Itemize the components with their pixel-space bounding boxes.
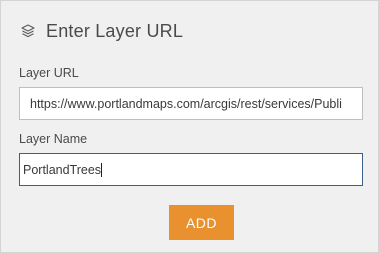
layer-name-value: PortlandTrees <box>23 162 102 177</box>
add-button[interactable]: ADD <box>169 205 234 240</box>
layers-icon <box>19 22 37 40</box>
panel-title: Enter Layer URL <box>46 20 184 41</box>
layer-url-input[interactable]: https://www.portlandmaps.com/arcgis/rest… <box>19 87 363 120</box>
layer-name-input[interactable]: PortlandTrees <box>19 153 363 186</box>
layer-name-label: Layer Name <box>19 132 88 146</box>
enter-layer-url-panel: Enter Layer URL Layer URL https://www.po… <box>0 0 379 253</box>
layer-url-label: Layer URL <box>19 66 79 80</box>
layer-url-value: https://www.portlandmaps.com/arcgis/rest… <box>30 96 342 111</box>
text-cursor <box>101 162 103 177</box>
panel-header: Enter Layer URL <box>19 19 183 43</box>
